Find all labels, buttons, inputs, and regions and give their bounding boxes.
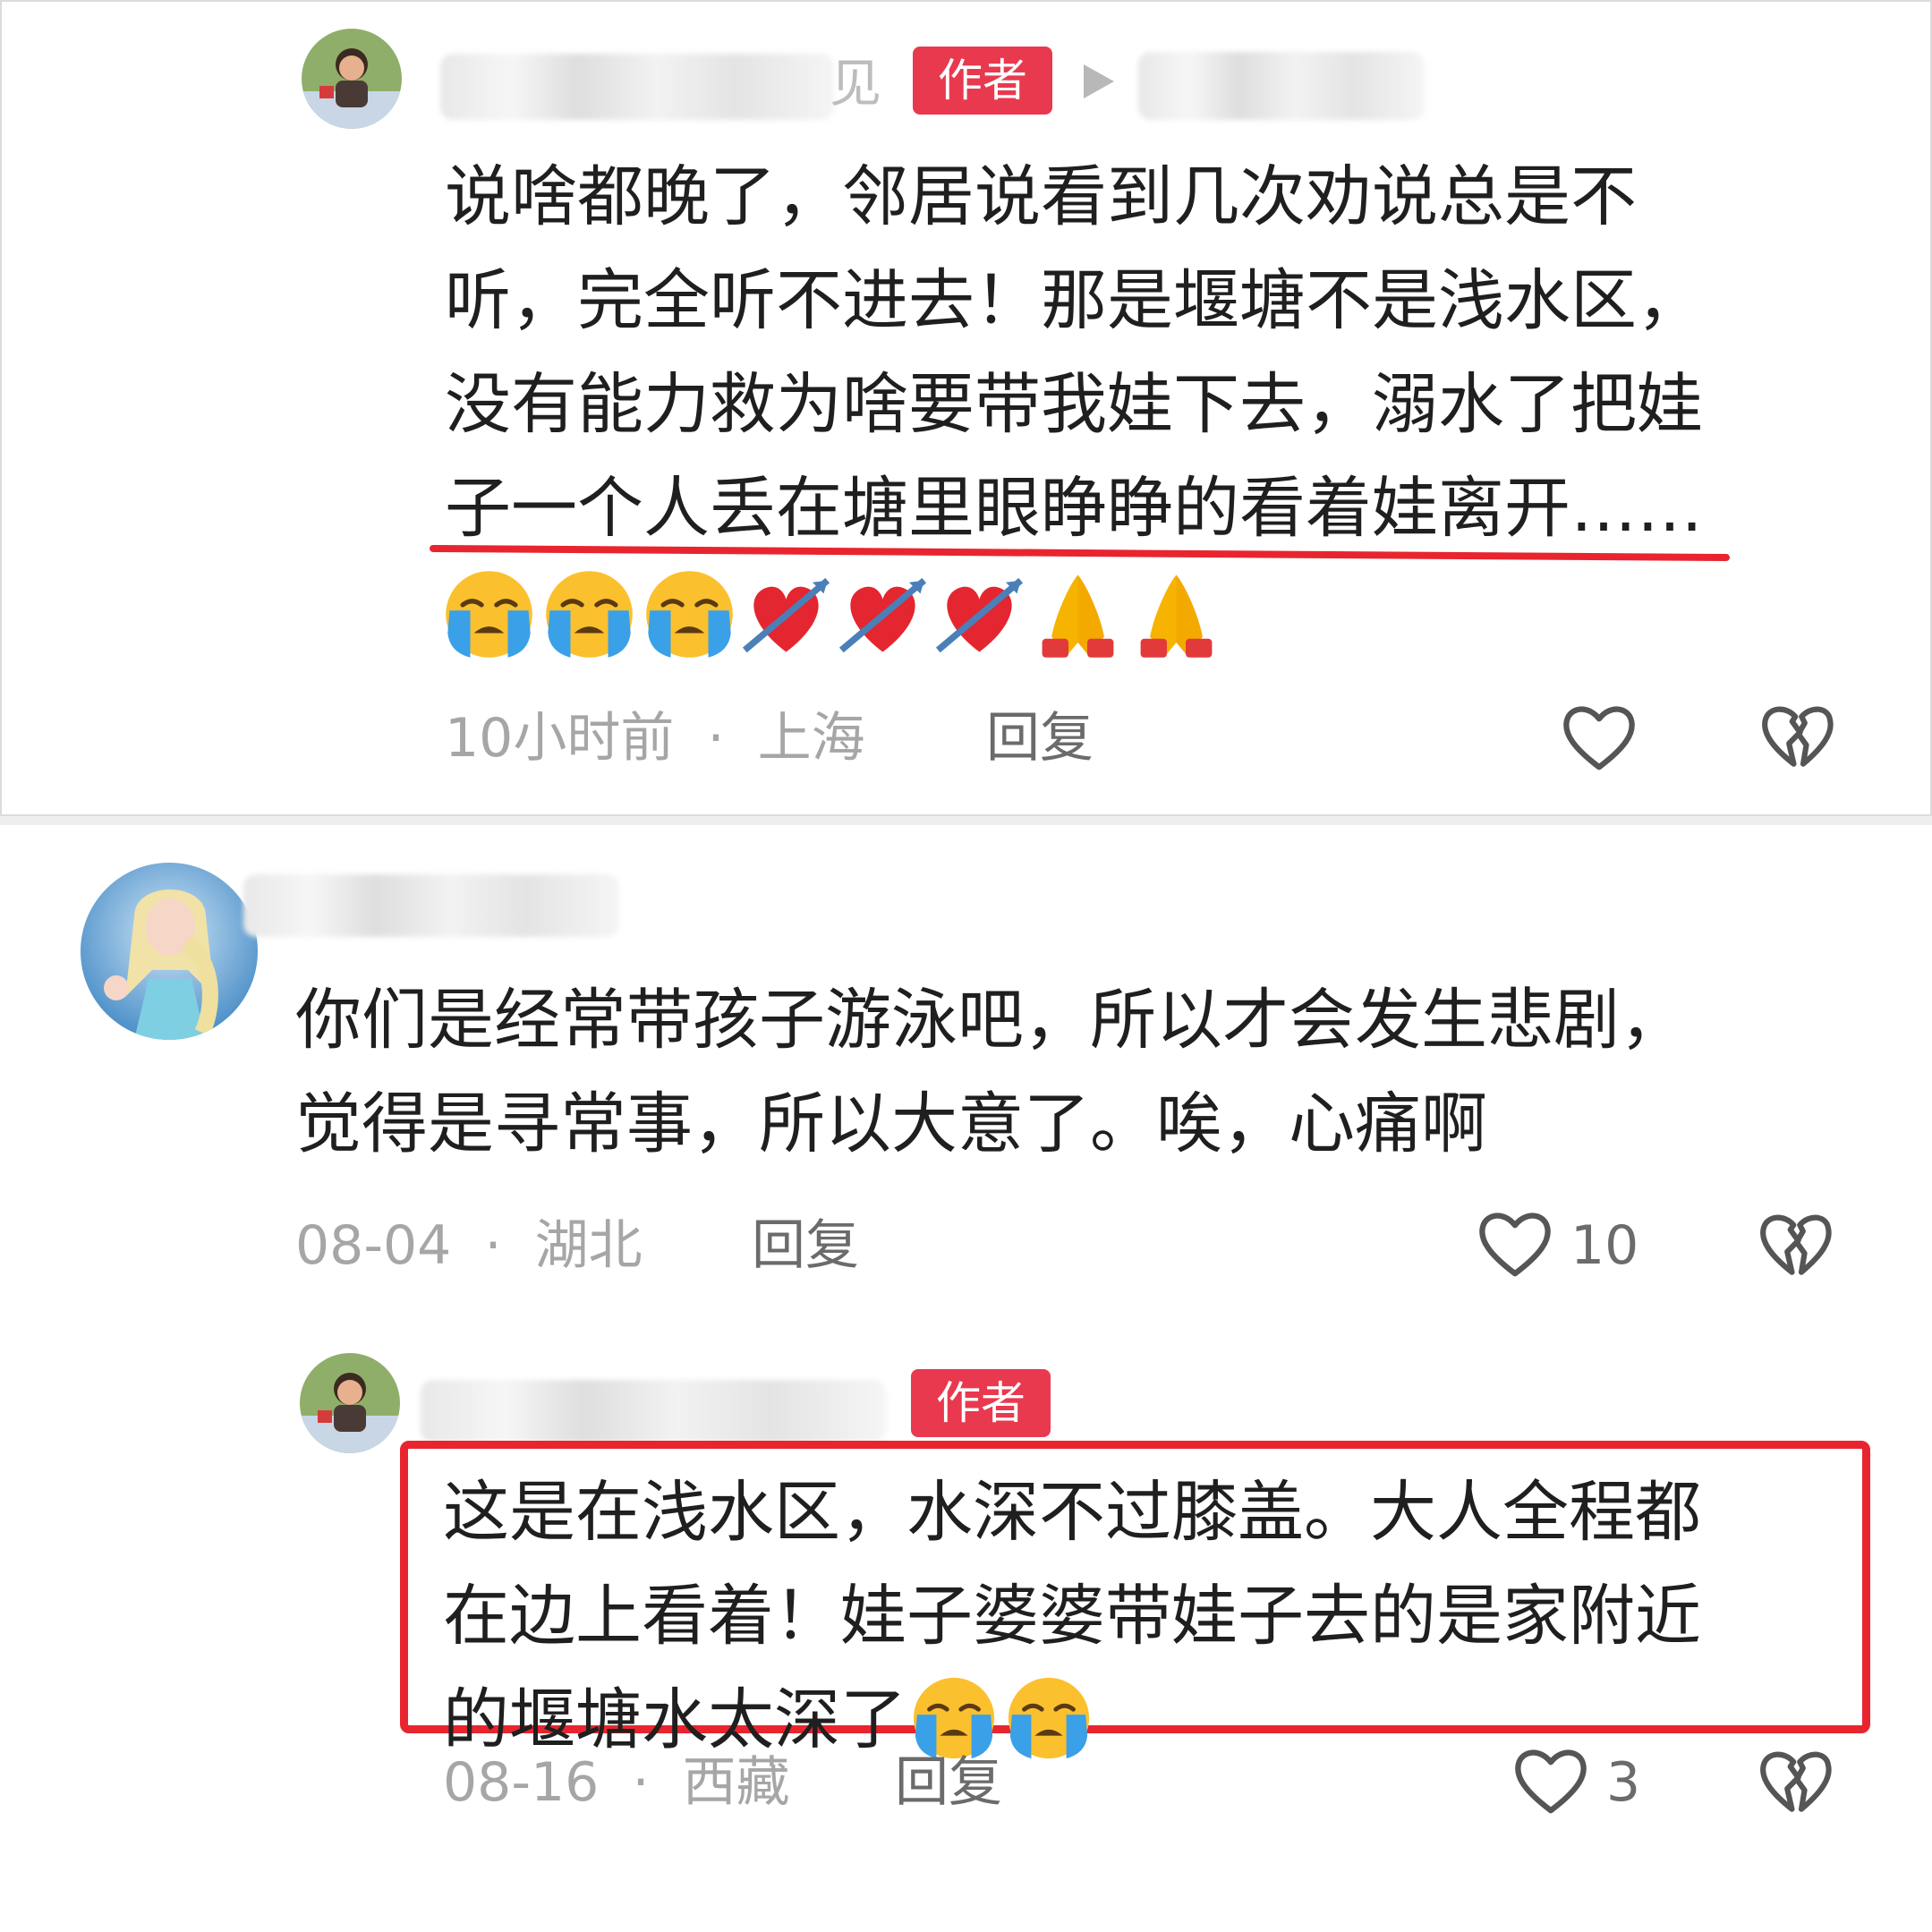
- comment-line: 说啥都晚了，邻居说看到几次劝说总是不: [445, 158, 1637, 235]
- separator: ·: [632, 1751, 650, 1814]
- separator: ·: [484, 1214, 502, 1277]
- comment-card-2: 你们是经常带孩子游泳吧，所以才会发生悲剧， 觉得是寻常事，所以大意了。唉，心痛啊…: [0, 825, 1932, 1932]
- comment-time: 08-04: [295, 1214, 452, 1277]
- comment-text: 你们是经常带孩子游泳吧，所以才会发生悲剧， 觉得是寻常事，所以大意了。唉，心痛啊: [295, 968, 1686, 1176]
- user-avatar[interactable]: [81, 863, 258, 1040]
- author-name-visible-char: 见: [830, 53, 882, 114]
- panel-divider: [0, 816, 1932, 825]
- loudly-crying-face-icon: [542, 567, 636, 661]
- loudly-crying-face-icon: [643, 567, 736, 661]
- comment-location: 湖北: [534, 1214, 643, 1277]
- like-heart-icon[interactable]: [1511, 1740, 1591, 1820]
- author-name-blurred: [440, 54, 834, 120]
- folded-hands-icon: [1042, 574, 1114, 658]
- heart-with-arrow-icon: [739, 567, 833, 661]
- dislike-broken-heart-icon[interactable]: [1756, 1204, 1834, 1283]
- loudly-crying-face-icon: [1005, 1674, 1093, 1762]
- dislike-broken-heart-icon[interactable]: [1756, 1741, 1834, 1820]
- user-name-blurred: [243, 874, 619, 937]
- elsa-avatar-icon: [81, 863, 258, 1040]
- author-badge: 作者: [911, 1369, 1051, 1437]
- comment-line: 听，完全听不进去！那是堰塘不是浅水区，: [445, 262, 1703, 339]
- reply-to-name-blurred: [1138, 52, 1425, 120]
- reply-button[interactable]: 回复: [986, 711, 1094, 765]
- comment-location: 西藏: [682, 1751, 790, 1814]
- author-avatar[interactable]: [302, 29, 402, 129]
- folded-hands-icon: [1140, 574, 1213, 658]
- child-photo-icon: [302, 29, 402, 129]
- comment-line: 没有能力救为啥要带我娃下去，溺水了把娃: [445, 366, 1703, 443]
- author-name-blurred: [421, 1380, 886, 1443]
- comment-line: 子一个人丢在塘里眼睁睁的看着娃离开……: [445, 470, 1703, 547]
- comment-line: 的堰塘水太深了: [443, 1681, 906, 1758]
- comment-meta: 10小时前 · 上海: [445, 711, 865, 765]
- like-count: 10: [1570, 1214, 1639, 1277]
- emoji-row: [442, 567, 1247, 666]
- separator: ·: [707, 707, 725, 770]
- comment-time: 10小时前: [445, 707, 675, 770]
- comment-line: 你们是经常带孩子游泳吧，所以才会发生悲剧，: [295, 982, 1686, 1059]
- comment-meta: 08-04 · 湖北: [295, 1219, 643, 1272]
- like-heart-icon[interactable]: [1559, 696, 1639, 777]
- loudly-crying-face-icon: [910, 1674, 998, 1762]
- comment-location: 上海: [757, 707, 865, 770]
- heart-with-arrow-icon: [932, 567, 1026, 661]
- loudly-crying-face-icon: [442, 567, 536, 661]
- child-photo-icon: [300, 1353, 400, 1453]
- heart-with-arrow-icon: [836, 567, 930, 661]
- author-badge: 作者: [913, 47, 1052, 115]
- comment-line: 这是在浅水区，水深不过膝盖。大人全程都: [443, 1474, 1701, 1551]
- comment-text: 说啥都晚了，邻居说看到几次劝说总是不 听，完全听不进去！那是堰塘不是浅水区， 没…: [445, 145, 1703, 560]
- comment-line: 在边上看着！娃子婆婆带娃子去的是家附近: [443, 1578, 1701, 1655]
- comment-text: 这是在浅水区，水深不过膝盖。大人全程都 在边上看着！娃子婆婆带娃子去的是家附近 …: [443, 1460, 1701, 1772]
- like-count: 3: [1606, 1751, 1641, 1814]
- comment-time: 08-16: [443, 1751, 600, 1814]
- author-avatar[interactable]: [300, 1353, 400, 1453]
- reply-button[interactable]: 回复: [752, 1219, 859, 1272]
- play-arrow-icon: [1084, 64, 1114, 98]
- dislike-broken-heart-icon[interactable]: [1758, 696, 1836, 775]
- comment-meta: 08-16 · 西藏: [443, 1756, 790, 1809]
- comment-line: 觉得是寻常事，所以大意了。唉，心痛啊: [295, 1085, 1487, 1162]
- reply-button[interactable]: 回复: [895, 1756, 1002, 1809]
- comment-card-1: 见 作者 说啥都晚了，邻居说看到几次劝说总是不 听，完全听不进去！那是堰塘不是浅…: [0, 0, 1932, 816]
- like-heart-icon[interactable]: [1475, 1203, 1555, 1283]
